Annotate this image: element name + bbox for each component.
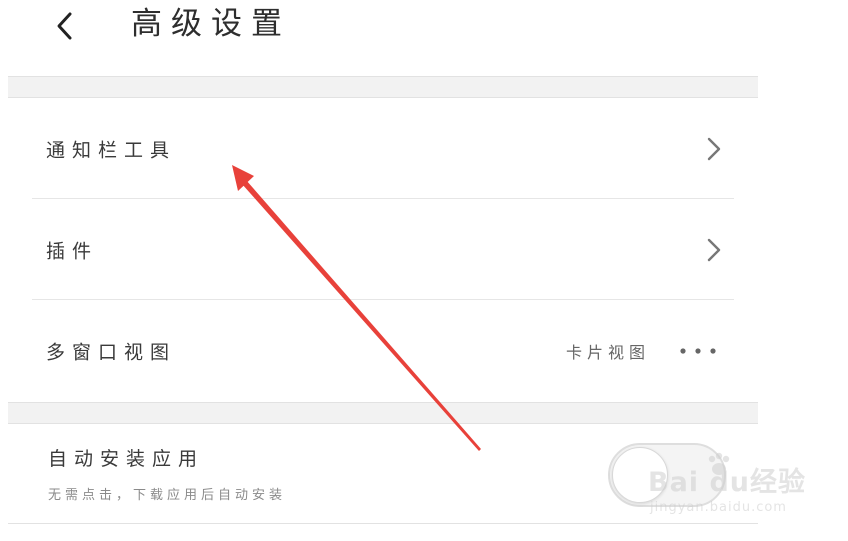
settings-item-label: 插件 (46, 240, 99, 262)
paw-icon (708, 452, 730, 475)
settings-item-label: 通知栏工具 (46, 139, 177, 161)
settings-item-plugins[interactable]: 插件 (32, 200, 734, 300)
multi-window-value: 卡片视图 (565, 343, 650, 362)
chevron-right-icon (707, 238, 721, 261)
watermark-url: jingyan.baidu.com (650, 500, 787, 515)
advanced-settings-page: 高级设置 通知栏工具 插件 多窗口视图 卡片视图 自动安装应用 无需点击，下载应… (0, 0, 848, 541)
back-button[interactable] (44, 6, 84, 46)
settings-item-label: 多窗口视图 (46, 341, 177, 364)
section-divider (8, 76, 758, 98)
settings-item-multi-window[interactable]: 多窗口视图 卡片视图 (32, 301, 734, 401)
chevron-right-icon (707, 137, 721, 160)
page-title: 高级设置 (131, 6, 291, 42)
chevron-left-icon (57, 12, 72, 40)
more-dots-icon[interactable] (678, 347, 718, 355)
auto-install-label: 自动安装应用 (48, 448, 205, 470)
baidu-jingyan-watermark: Bai du经验 jingyan.baidu.com (640, 448, 830, 528)
settings-item-notification-tools[interactable]: 通知栏工具 (32, 99, 734, 199)
auto-install-description: 无需点击，下载应用后自动安装 (48, 488, 287, 503)
header-bar: 高级设置 (0, 0, 760, 76)
section-divider (8, 402, 758, 424)
